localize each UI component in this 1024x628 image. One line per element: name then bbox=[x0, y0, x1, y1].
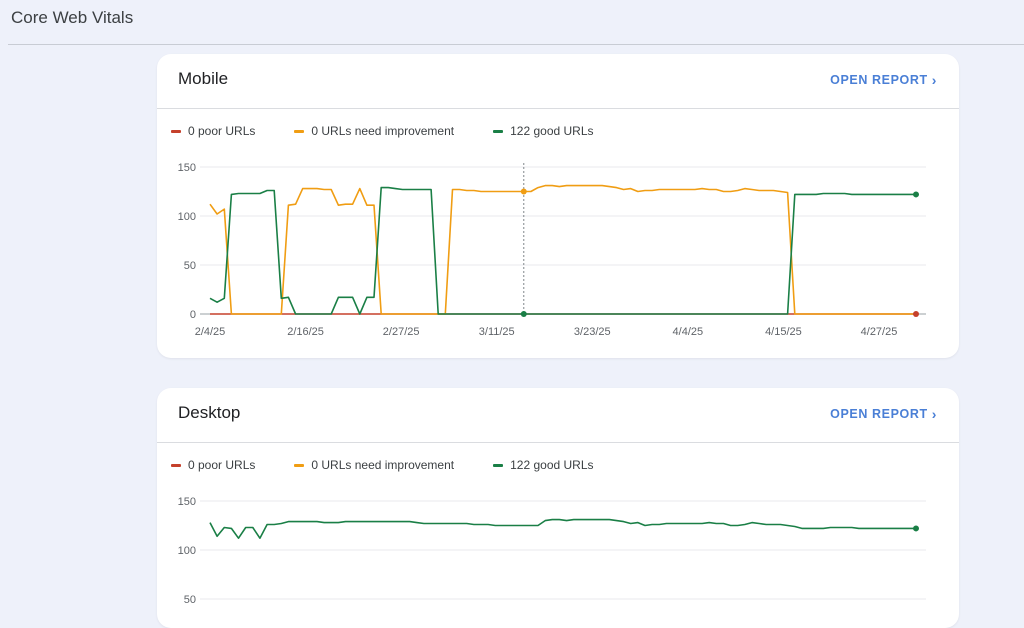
mobile-chart[interactable]: 0 50 100 150 2/4/25 2/16/25 2/27/25 3/11/25 3/23… bbox=[157, 54, 959, 358]
hover-point bbox=[520, 311, 527, 317]
series-end-point bbox=[913, 311, 919, 317]
series-line bbox=[209, 518, 916, 539]
series-end-point bbox=[913, 191, 919, 198]
desktop-card: Desktop OPEN REPORT › 0 poor URLs 0 URLs… bbox=[157, 388, 959, 628]
y-tick-label: 50 bbox=[184, 594, 196, 606]
x-tick-label: 4/15/25 bbox=[765, 326, 802, 338]
x-tick-label: 2/4/25 bbox=[195, 326, 226, 338]
x-tick-label: 4/27/25 bbox=[861, 326, 898, 338]
x-tick-label: 3/23/25 bbox=[574, 326, 611, 338]
mobile-card: Mobile OPEN REPORT › 0 poor URLs 0 URLs … bbox=[157, 54, 959, 358]
page-title: Core Web Vitals bbox=[11, 8, 134, 27]
hover-point bbox=[520, 188, 527, 195]
y-tick-label: 150 bbox=[178, 162, 196, 174]
y-tick-label: 50 bbox=[184, 260, 196, 272]
header-divider bbox=[8, 44, 1024, 45]
x-tick-label: 3/11/25 bbox=[479, 326, 515, 338]
x-tick-label: 4/4/25 bbox=[673, 326, 704, 338]
desktop-chart[interactable]: 50 100 150 bbox=[157, 388, 959, 628]
y-tick-label: 0 bbox=[190, 309, 196, 321]
series-end-point bbox=[913, 525, 919, 532]
top-bar: Core Web Vitals bbox=[0, 0, 1024, 44]
y-tick-label: 100 bbox=[178, 545, 196, 557]
y-tick-label: 100 bbox=[178, 211, 196, 223]
x-tick-label: 2/16/25 bbox=[287, 326, 324, 338]
series-line bbox=[209, 184, 916, 315]
y-tick-label: 150 bbox=[178, 496, 196, 508]
series-line bbox=[209, 186, 916, 315]
x-tick-label: 2/27/25 bbox=[383, 326, 420, 338]
